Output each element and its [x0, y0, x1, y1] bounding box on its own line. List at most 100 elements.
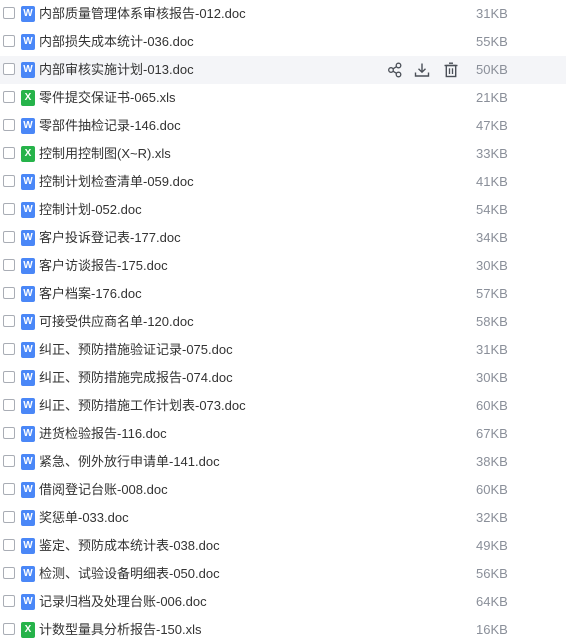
file-checkbox[interactable] — [3, 119, 15, 131]
file-size: 16KB — [476, 622, 508, 637]
file-name[interactable]: 鉴定、预防成本统计表-038.doc — [39, 532, 220, 560]
file-row[interactable]: W 借阅登记台账-008.doc 60KB — [0, 476, 566, 504]
file-size: 33KB — [476, 146, 508, 161]
file-checkbox[interactable] — [3, 539, 15, 551]
file-checkbox[interactable] — [3, 203, 15, 215]
file-row[interactable]: W 客户投诉登记表-177.doc 34KB — [0, 224, 566, 252]
file-name[interactable]: 内部损失成本统计-036.doc — [39, 28, 194, 56]
file-size: 30KB — [476, 370, 508, 385]
file-name[interactable]: 奖惩单-033.doc — [39, 504, 129, 532]
word-file-icon: W — [21, 370, 35, 386]
file-name[interactable]: 内部审核实施计划-013.doc — [39, 56, 194, 84]
file-name[interactable]: 借阅登记台账-008.doc — [39, 476, 168, 504]
file-row[interactable]: W 客户访谈报告-175.doc 30KB — [0, 252, 566, 280]
file-row[interactable]: W 记录归档及处理台账-006.doc 64KB — [0, 588, 566, 616]
file-name[interactable]: 客户档案-176.doc — [39, 280, 142, 308]
file-size: 47KB — [476, 118, 508, 133]
file-checkbox[interactable] — [3, 147, 15, 159]
file-checkbox[interactable] — [3, 511, 15, 523]
word-file-icon: W — [21, 482, 35, 498]
file-name[interactable]: 纠正、预防措施工作计划表-073.doc — [39, 392, 246, 420]
file-checkbox[interactable] — [3, 455, 15, 467]
file-name[interactable]: 内部质量管理体系审核报告-012.doc — [39, 0, 246, 28]
file-size: 54KB — [476, 202, 508, 217]
file-row[interactable]: W 控制计划-052.doc 54KB — [0, 196, 566, 224]
file-row[interactable]: W 内部损失成本统计-036.doc 55KB — [0, 28, 566, 56]
file-name[interactable]: 控制计划检查清单-059.doc — [39, 168, 194, 196]
word-file-icon: W — [21, 202, 35, 218]
file-name[interactable]: 进货检验报告-116.doc — [39, 420, 167, 448]
share-icon[interactable] — [386, 61, 404, 79]
file-row[interactable]: X 控制用控制图(X~R).xls 33KB — [0, 140, 566, 168]
file-name[interactable]: 纠正、预防措施完成报告-074.doc — [39, 364, 233, 392]
file-checkbox[interactable] — [3, 175, 15, 187]
file-list: W 内部质量管理体系审核报告-012.doc 31KB W 内部损失成本统计-036.d… — [0, 0, 566, 638]
file-name[interactable]: 零部件抽检记录-146.doc — [39, 112, 181, 140]
file-checkbox[interactable] — [3, 567, 15, 579]
file-checkbox[interactable] — [3, 91, 15, 103]
file-name[interactable]: 客户访谈报告-175.doc — [39, 252, 168, 280]
file-size: 67KB — [476, 426, 508, 441]
file-row[interactable]: W 可接受供应商名单-120.doc 58KB — [0, 308, 566, 336]
file-row[interactable]: W 控制计划检查清单-059.doc 41KB — [0, 168, 566, 196]
file-row[interactable]: W 零部件抽检记录-146.doc 47KB — [0, 112, 566, 140]
file-row[interactable]: W 纠正、预防措施验证记录-075.doc 31KB — [0, 336, 566, 364]
file-name[interactable]: 零件提交保证书-065.xls — [39, 84, 176, 112]
file-size: 60KB — [476, 398, 508, 413]
file-name[interactable]: 计数型量具分析报告-150.xls — [39, 616, 202, 638]
file-row[interactable]: W 客户档案-176.doc 57KB — [0, 280, 566, 308]
file-checkbox[interactable] — [3, 427, 15, 439]
download-icon[interactable] — [413, 61, 431, 79]
file-row[interactable]: W 内部审核实施计划-013.doc 50KB — [0, 56, 566, 84]
file-size: 64KB — [476, 594, 508, 609]
word-file-icon: W — [21, 118, 35, 134]
file-checkbox[interactable] — [3, 343, 15, 355]
file-checkbox[interactable] — [3, 63, 15, 75]
file-row[interactable]: W 检测、试验设备明细表-050.doc 56KB — [0, 560, 566, 588]
word-file-icon: W — [21, 342, 35, 358]
file-name[interactable]: 控制用控制图(X~R).xls — [39, 140, 171, 168]
file-row[interactable]: W 内部质量管理体系审核报告-012.doc 31KB — [0, 0, 566, 28]
file-row[interactable]: W 紧急、例外放行申请单-141.doc 38KB — [0, 448, 566, 476]
file-row[interactable]: W 进货检验报告-116.doc 67KB — [0, 420, 566, 448]
file-checkbox[interactable] — [3, 399, 15, 411]
file-name[interactable]: 控制计划-052.doc — [39, 196, 142, 224]
word-file-icon: W — [21, 34, 35, 50]
file-checkbox[interactable] — [3, 287, 15, 299]
file-row[interactable]: W 鉴定、预防成本统计表-038.doc 49KB — [0, 532, 566, 560]
file-row[interactable]: X 计数型量具分析报告-150.xls 16KB — [0, 616, 566, 638]
file-name[interactable]: 记录归档及处理台账-006.doc — [39, 588, 207, 616]
file-checkbox[interactable] — [3, 7, 15, 19]
file-name[interactable]: 检测、试验设备明细表-050.doc — [39, 560, 220, 588]
delete-icon[interactable] — [442, 61, 460, 79]
word-file-icon: W — [21, 258, 35, 274]
file-checkbox[interactable] — [3, 35, 15, 47]
file-name[interactable]: 纠正、预防措施验证记录-075.doc — [39, 336, 233, 364]
excel-file-icon: X — [21, 90, 35, 106]
file-row[interactable]: W 纠正、预防措施工作计划表-073.doc 60KB — [0, 392, 566, 420]
file-checkbox[interactable] — [3, 595, 15, 607]
file-name[interactable]: 紧急、例外放行申请单-141.doc — [39, 448, 220, 476]
file-checkbox[interactable] — [3, 623, 15, 635]
file-checkbox[interactable] — [3, 483, 15, 495]
file-size: 58KB — [476, 314, 508, 329]
word-file-icon: W — [21, 286, 35, 302]
word-file-icon: W — [21, 62, 35, 78]
file-size: 55KB — [476, 34, 508, 49]
file-size: 32KB — [476, 510, 508, 525]
file-name[interactable]: 可接受供应商名单-120.doc — [39, 308, 194, 336]
file-checkbox[interactable] — [3, 315, 15, 327]
file-checkbox[interactable] — [3, 259, 15, 271]
file-row[interactable]: X 零件提交保证书-065.xls 21KB — [0, 84, 566, 112]
file-size: 41KB — [476, 174, 508, 189]
file-name[interactable]: 客户投诉登记表-177.doc — [39, 224, 181, 252]
file-row[interactable]: W 纠正、预防措施完成报告-074.doc 30KB — [0, 364, 566, 392]
word-file-icon: W — [21, 6, 35, 22]
file-checkbox[interactable] — [3, 231, 15, 243]
word-file-icon: W — [21, 566, 35, 582]
file-checkbox[interactable] — [3, 371, 15, 383]
file-size: 34KB — [476, 230, 508, 245]
file-row[interactable]: W 奖惩单-033.doc 32KB — [0, 504, 566, 532]
file-size: 60KB — [476, 482, 508, 497]
word-file-icon: W — [21, 594, 35, 610]
